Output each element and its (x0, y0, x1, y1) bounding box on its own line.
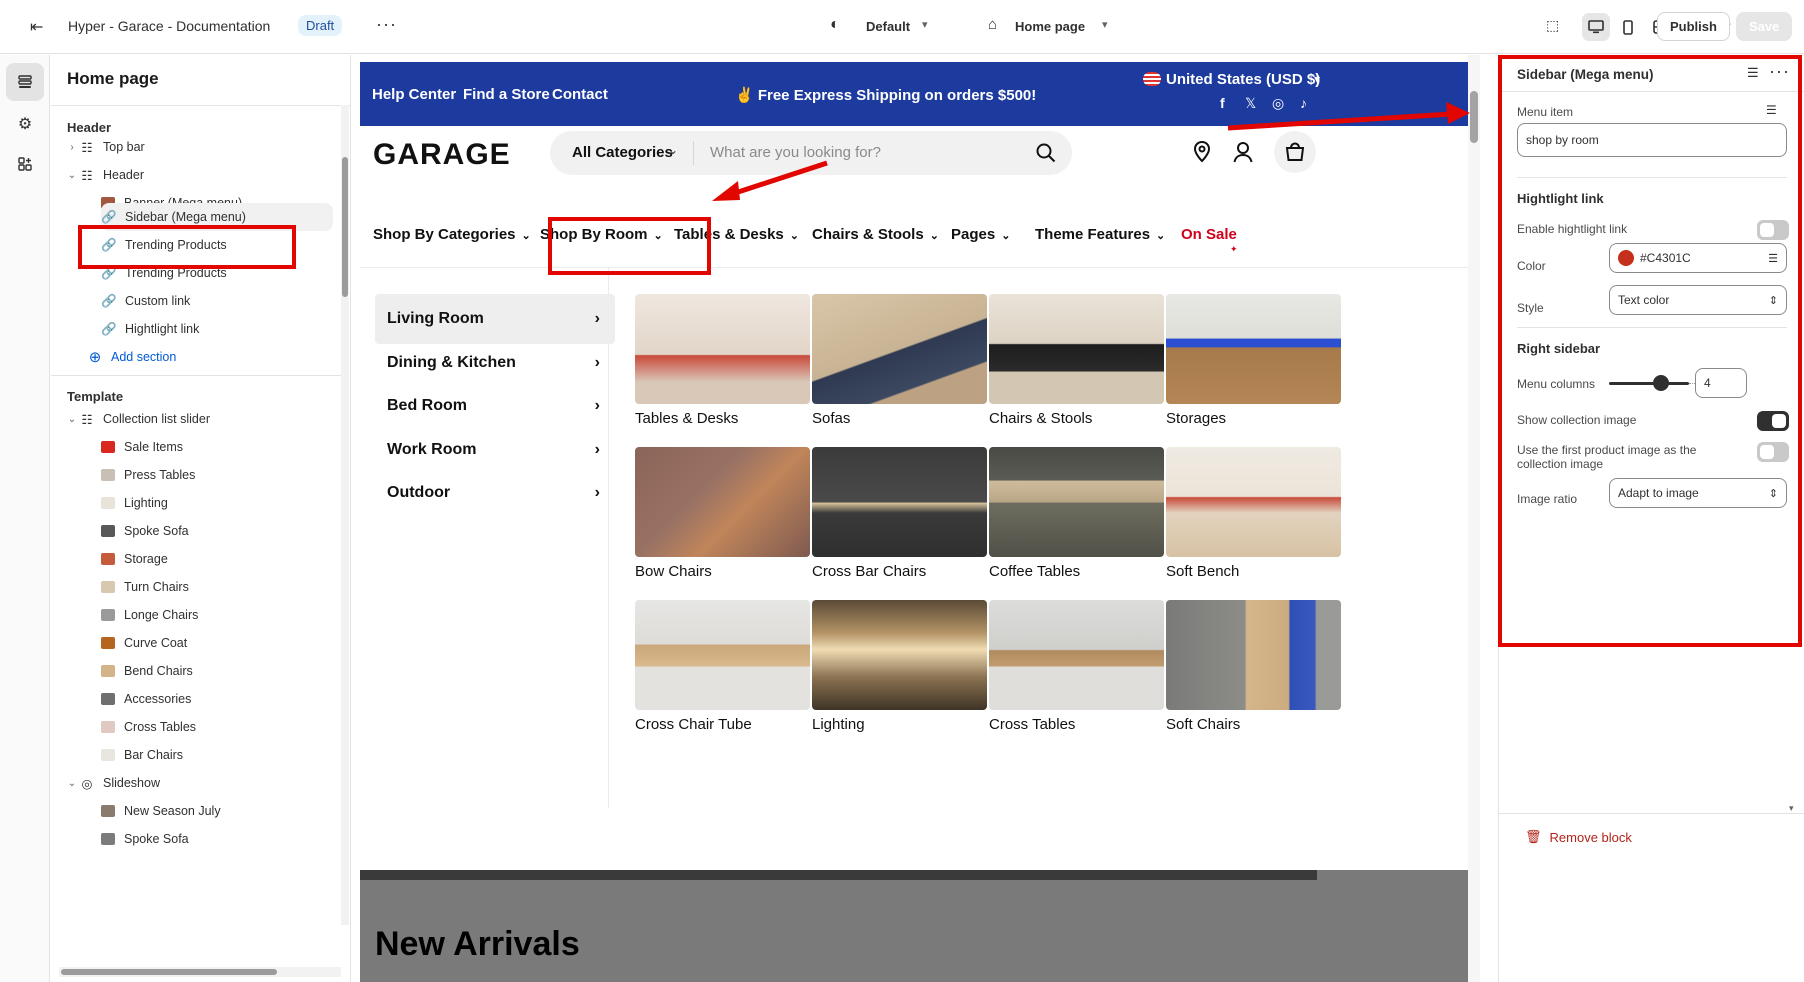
arrow-to-settings (1227, 111, 1453, 131)
arrowhead-icon (712, 181, 740, 201)
annotation-arrows (712, 102, 1470, 201)
arrowhead-icon (1446, 102, 1470, 124)
arrow-to-shop-by-room (725, 160, 828, 199)
